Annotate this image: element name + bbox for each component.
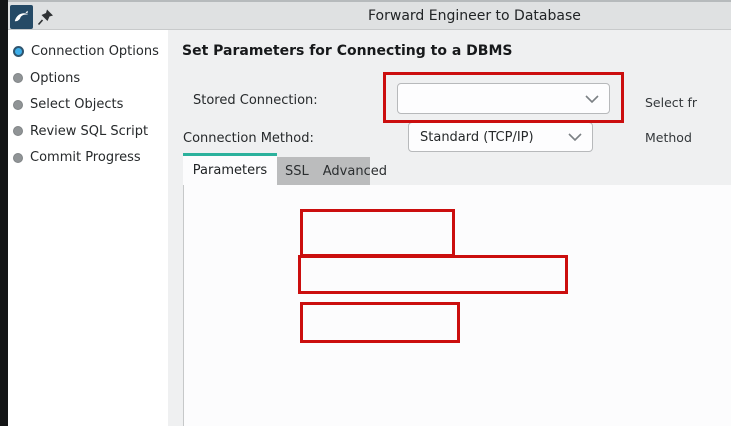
step-dot-icon (13, 100, 23, 110)
wizard-step-label: Connection Options (31, 44, 159, 59)
connection-method-dropdown[interactable]: Standard (TCP/IP) (408, 122, 593, 152)
connection-method-label: Connection Method: (183, 131, 314, 146)
wizard-step-options[interactable]: Options (8, 71, 168, 86)
step-dot-icon (13, 73, 23, 83)
wizard-step-label: Options (30, 71, 80, 86)
forward-engineer-dialog: Forward Engineer to Database Connection … (0, 0, 731, 426)
wizard-step-review-sql-script[interactable]: Review SQL Script (8, 124, 168, 139)
tab-parameters[interactable]: Parameters (183, 153, 277, 185)
pin-icon[interactable] (37, 8, 55, 27)
step-dot-icon (13, 126, 23, 136)
wizard-step-label: Select Objects (30, 97, 123, 112)
titlebar[interactable]: Forward Engineer to Database (0, 0, 731, 30)
wizard-step-label: Commit Progress (30, 150, 141, 165)
wizard-step-select-objects[interactable]: Select Objects (8, 97, 168, 112)
wizard-step-commit-progress[interactable]: Commit Progress (8, 150, 168, 165)
tab-ssl[interactable]: SSL (285, 164, 309, 179)
page-title: Set Parameters for Connecting to a DBMS (182, 43, 512, 59)
stored-connection-dropdown[interactable] (397, 83, 610, 114)
dolphin-glyph (12, 8, 31, 27)
connection-method-value: Standard (TCP/IP) (420, 130, 568, 145)
step-dot-icon (13, 153, 23, 163)
mysql-workbench-icon (10, 5, 33, 29)
window-title: Forward Engineer to Database (368, 8, 581, 24)
tab-advanced[interactable]: Advanced (323, 164, 387, 179)
wizard-step-connection-options[interactable]: Connection Options (8, 44, 168, 59)
parameters-panel (183, 185, 731, 426)
chevron-down-icon (585, 95, 599, 103)
stored-connection-label: Stored Connection: (193, 93, 318, 108)
tab-strip: SSL Advanced (277, 157, 370, 185)
wizard-step-label: Review SQL Script (30, 124, 148, 139)
chevron-down-icon (568, 133, 582, 141)
wizard-steps-sidebar: Connection Options Options Select Object… (8, 30, 168, 426)
active-step-dot-icon (13, 46, 24, 57)
window-edge-strip (0, 0, 8, 426)
stored-connection-hint: Select fr (645, 95, 697, 110)
connection-method-hint: Method (645, 130, 692, 145)
